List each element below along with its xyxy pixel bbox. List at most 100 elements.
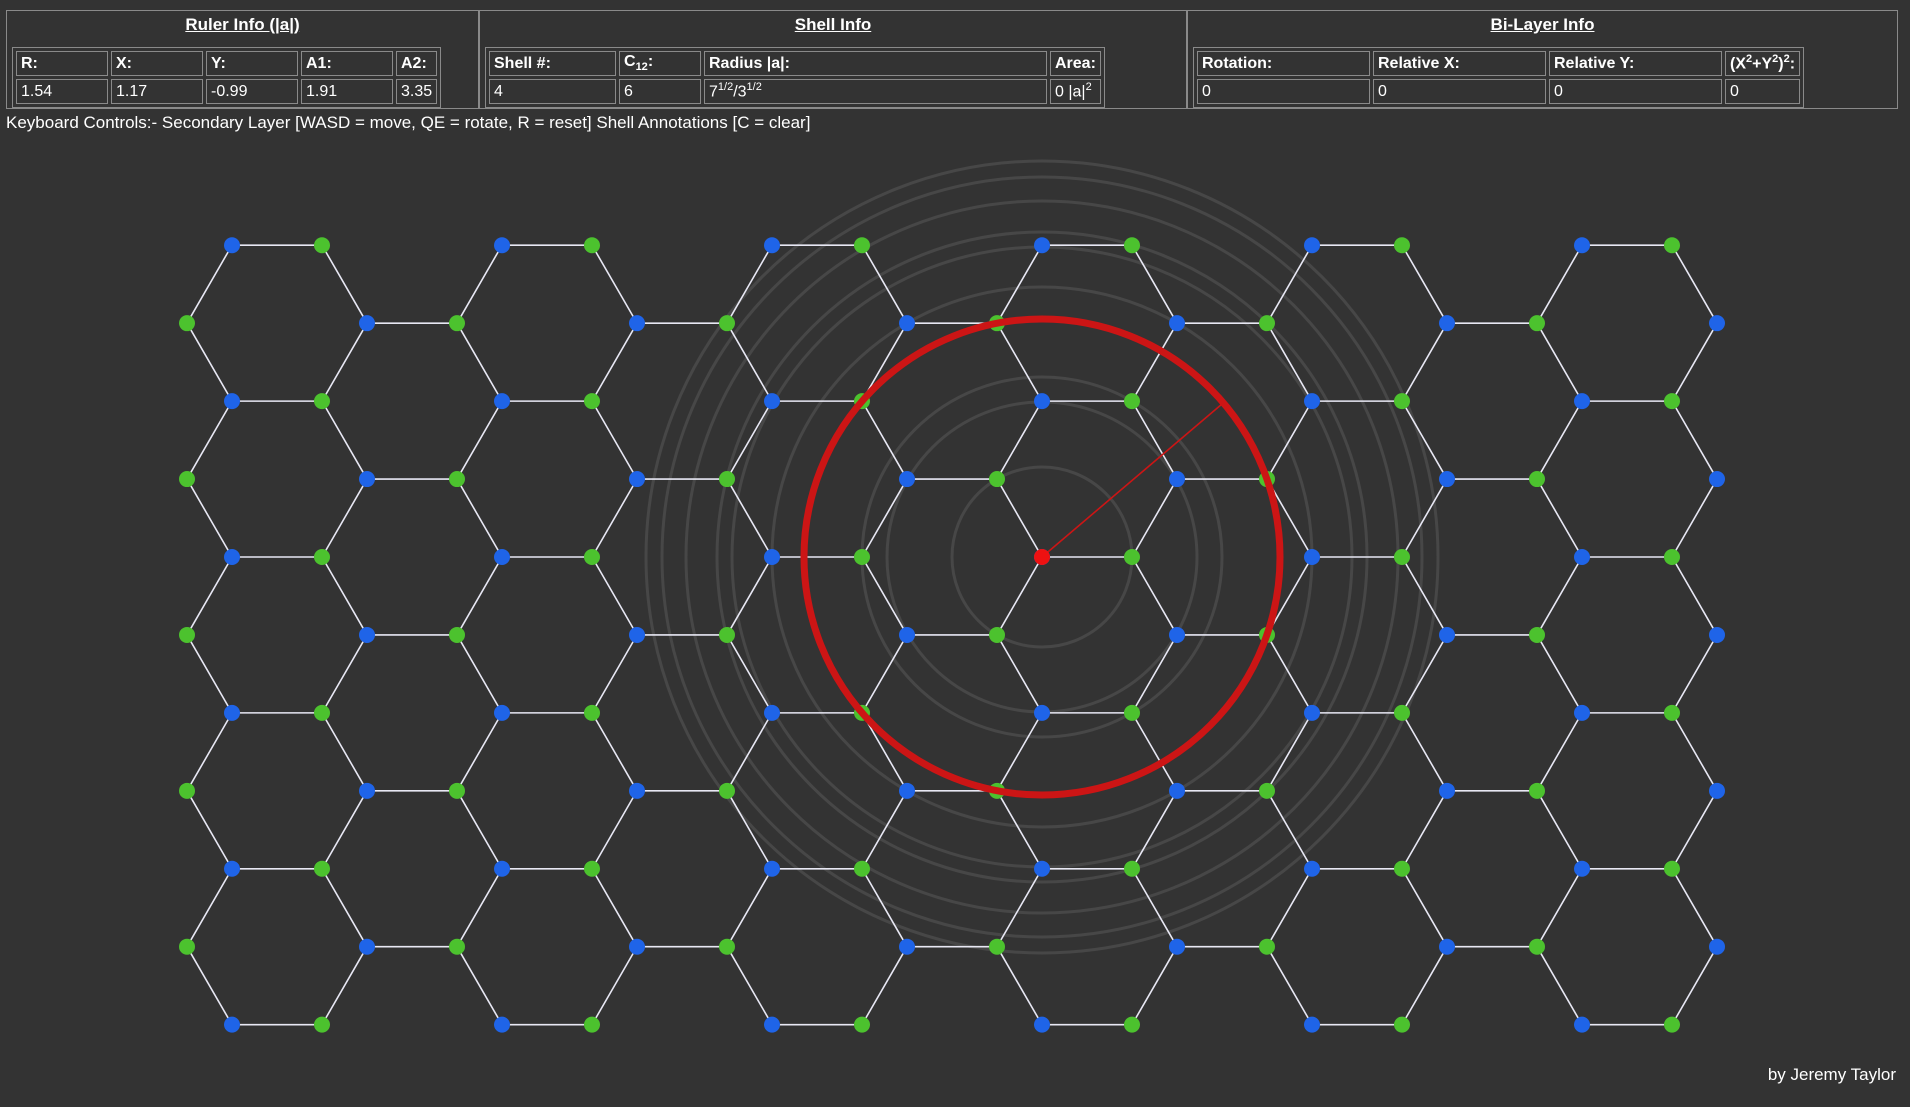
atom-sublattice-a[interactable] (494, 549, 510, 565)
atom-sublattice-b[interactable] (449, 471, 465, 488)
atom-sublattice-b[interactable] (719, 626, 735, 643)
atom-sublattice-a[interactable] (1034, 860, 1050, 877)
atom-sublattice-a[interactable] (359, 782, 375, 799)
atom-sublattice-b[interactable] (854, 860, 870, 877)
atom-sublattice-b[interactable] (719, 315, 735, 332)
atom-sublattice-a[interactable] (1439, 782, 1455, 799)
atom-sublattice-b[interactable] (989, 938, 1005, 955)
atom-sublattice-a[interactable] (1439, 626, 1455, 643)
atom-sublattice-a[interactable] (1304, 393, 1320, 410)
origin-point[interactable] (1034, 549, 1050, 565)
atom-sublattice-b[interactable] (449, 782, 465, 799)
atom-sublattice-a[interactable] (629, 471, 645, 488)
atom-sublattice-b[interactable] (1664, 704, 1680, 721)
atom-sublattice-b[interactable] (314, 1016, 330, 1033)
atom-sublattice-a[interactable] (1439, 938, 1455, 955)
atom-sublattice-b[interactable] (584, 549, 600, 565)
atom-sublattice-a[interactable] (629, 782, 645, 799)
atom-sublattice-a[interactable] (1034, 704, 1050, 721)
atom-sublattice-b[interactable] (584, 393, 600, 410)
atom-sublattice-b[interactable] (449, 626, 465, 643)
atom-sublattice-b[interactable] (1124, 549, 1140, 565)
atom-sublattice-b[interactable] (1664, 860, 1680, 877)
atom-sublattice-b[interactable] (449, 938, 465, 955)
atom-sublattice-a[interactable] (1304, 237, 1320, 254)
atom-sublattice-a[interactable] (899, 626, 915, 643)
atom-sublattice-b[interactable] (179, 315, 195, 332)
atom-sublattice-a[interactable] (1169, 315, 1185, 332)
atom-sublattice-b[interactable] (1529, 626, 1545, 643)
atom-sublattice-b[interactable] (1259, 782, 1275, 799)
atom-sublattice-a[interactable] (224, 704, 240, 721)
atom-sublattice-a[interactable] (764, 237, 780, 254)
atom-sublattice-a[interactable] (494, 393, 510, 410)
atom-sublattice-a[interactable] (359, 626, 375, 643)
atom-sublattice-a[interactable] (224, 1016, 240, 1033)
atom-sublattice-b[interactable] (1124, 393, 1140, 410)
atom-sublattice-b[interactable] (1124, 704, 1140, 721)
atom-sublattice-a[interactable] (629, 938, 645, 955)
atom-sublattice-b[interactable] (179, 626, 195, 643)
atom-sublattice-a[interactable] (1034, 393, 1050, 410)
atom-sublattice-b[interactable] (314, 549, 330, 565)
atom-sublattice-a[interactable] (764, 549, 780, 565)
atom-sublattice-b[interactable] (1394, 393, 1410, 410)
atom-sublattice-b[interactable] (449, 315, 465, 332)
atom-sublattice-a[interactable] (899, 938, 915, 955)
atom-sublattice-a[interactable] (224, 860, 240, 877)
atom-sublattice-a[interactable] (899, 315, 915, 332)
atom-sublattice-b[interactable] (719, 782, 735, 799)
atom-sublattice-b[interactable] (1664, 237, 1680, 254)
atom-sublattice-a[interactable] (764, 704, 780, 721)
atom-sublattice-b[interactable] (314, 860, 330, 877)
atom-sublattice-a[interactable] (1304, 860, 1320, 877)
atom-sublattice-a[interactable] (1709, 471, 1725, 488)
atom-sublattice-b[interactable] (1664, 549, 1680, 565)
atom-sublattice-b[interactable] (854, 549, 870, 565)
atom-sublattice-a[interactable] (1304, 704, 1320, 721)
atom-sublattice-b[interactable] (314, 704, 330, 721)
atom-sublattice-b[interactable] (1259, 938, 1275, 955)
atom-sublattice-b[interactable] (1664, 393, 1680, 410)
atom-sublattice-a[interactable] (1304, 549, 1320, 565)
atom-sublattice-b[interactable] (1394, 237, 1410, 254)
atom-sublattice-b[interactable] (719, 471, 735, 488)
atom-sublattice-a[interactable] (359, 938, 375, 955)
atom-sublattice-b[interactable] (989, 626, 1005, 643)
atom-sublattice-b[interactable] (1529, 315, 1545, 332)
atom-sublattice-a[interactable] (1034, 1016, 1050, 1033)
atom-sublattice-b[interactable] (584, 1016, 600, 1033)
atom-sublattice-a[interactable] (494, 704, 510, 721)
atom-sublattice-a[interactable] (1709, 626, 1725, 643)
atom-sublattice-a[interactable] (899, 471, 915, 488)
atom-sublattice-b[interactable] (1124, 237, 1140, 254)
atom-sublattice-a[interactable] (764, 1016, 780, 1033)
atom-sublattice-b[interactable] (1394, 1016, 1410, 1033)
atom-sublattice-a[interactable] (1169, 626, 1185, 643)
atom-sublattice-a[interactable] (1574, 549, 1590, 565)
atom-sublattice-a[interactable] (494, 237, 510, 254)
atom-sublattice-a[interactable] (1304, 1016, 1320, 1033)
atom-sublattice-a[interactable] (224, 393, 240, 410)
atom-sublattice-a[interactable] (1169, 938, 1185, 955)
atom-sublattice-a[interactable] (1439, 315, 1455, 332)
atom-sublattice-a[interactable] (1574, 1016, 1590, 1033)
atom-sublattice-a[interactable] (1574, 704, 1590, 721)
atom-sublattice-a[interactable] (1034, 237, 1050, 254)
atom-sublattice-a[interactable] (1709, 938, 1725, 955)
atom-sublattice-a[interactable] (1709, 782, 1725, 799)
atom-sublattice-b[interactable] (1664, 1016, 1680, 1033)
atom-sublattice-b[interactable] (1124, 1016, 1140, 1033)
atom-sublattice-b[interactable] (1124, 860, 1140, 877)
atom-sublattice-b[interactable] (179, 471, 195, 488)
atom-sublattice-b[interactable] (1259, 315, 1275, 332)
atom-sublattice-b[interactable] (1394, 704, 1410, 721)
atom-sublattice-a[interactable] (1169, 471, 1185, 488)
atom-sublattice-a[interactable] (1169, 782, 1185, 799)
atom-sublattice-a[interactable] (764, 393, 780, 410)
atom-sublattice-b[interactable] (584, 237, 600, 254)
atom-sublattice-a[interactable] (1574, 237, 1590, 254)
atom-sublattice-a[interactable] (359, 315, 375, 332)
atom-sublattice-a[interactable] (224, 549, 240, 565)
atom-sublattice-b[interactable] (1529, 782, 1545, 799)
